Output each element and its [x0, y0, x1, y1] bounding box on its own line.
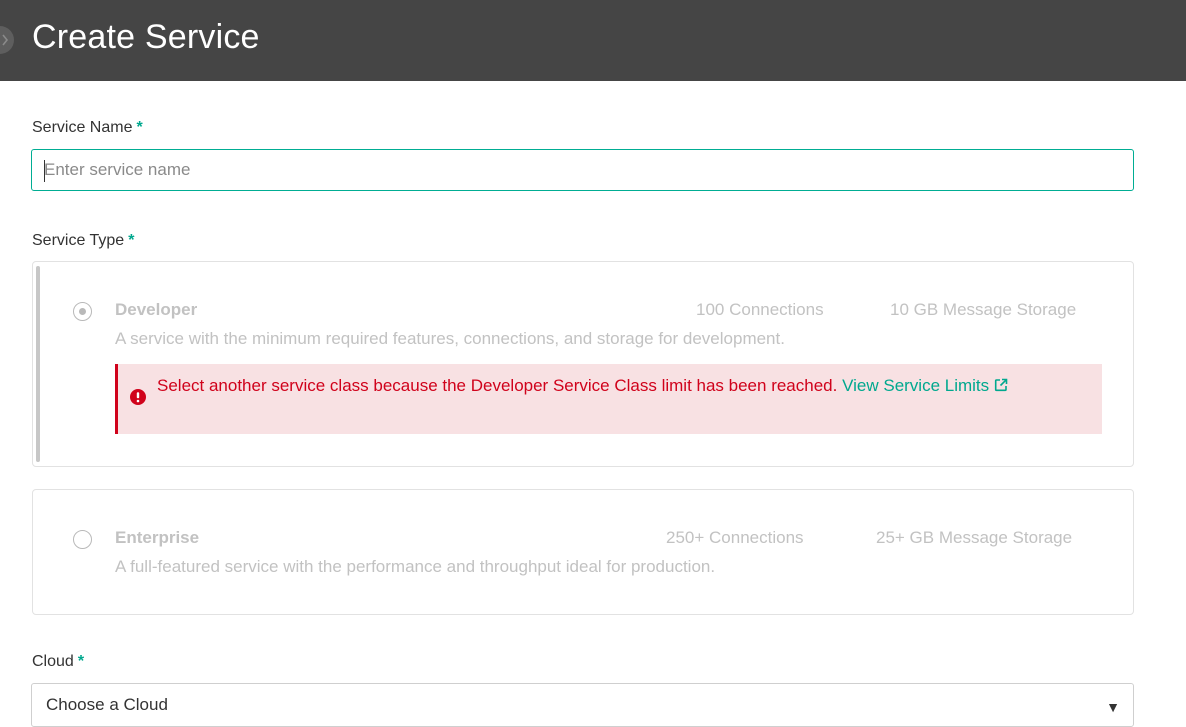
- service-name-input[interactable]: [31, 149, 1134, 191]
- tier-storage: 10 GB Message Storage: [890, 300, 1077, 319]
- tier-name: Enterprise: [115, 528, 200, 547]
- chevron-right-icon: [2, 34, 9, 46]
- cloud-label: Cloud *: [32, 653, 85, 670]
- cloud-select[interactable]: Choose a Cloud ▼: [31, 683, 1134, 727]
- sidebar-toggle-button[interactable]: [0, 26, 14, 54]
- developer-radio[interactable]: [73, 302, 92, 321]
- tier-connections: 250+ Connections: [666, 528, 804, 547]
- text-caret: [44, 160, 45, 182]
- tier-connections: 100 Connections: [696, 300, 824, 319]
- tier-name: Developer: [115, 300, 198, 319]
- required-mark: *: [77, 653, 85, 670]
- service-type-option-developer[interactable]: Developer 100 Connections 10 GB Message …: [32, 261, 1134, 467]
- page-title: Create Service: [32, 18, 260, 56]
- alert-message: Select another service class because the…: [157, 373, 1087, 399]
- exclamation-circle-icon: [130, 389, 146, 405]
- service-type-option-enterprise[interactable]: Enterprise 250+ Connections 25+ GB Messa…: [32, 489, 1134, 615]
- enterprise-radio[interactable]: [73, 530, 92, 549]
- tier-storage: 25+ GB Message Storage: [876, 528, 1073, 547]
- service-limit-alert: Select another service class because the…: [115, 364, 1102, 434]
- required-mark: *: [128, 232, 135, 249]
- external-link-icon: [994, 378, 1008, 392]
- view-service-limits-link[interactable]: View Service Limits: [842, 376, 1008, 395]
- page-header: Create Service: [0, 0, 1186, 81]
- selected-indicator: [36, 266, 40, 462]
- required-mark: *: [136, 119, 143, 136]
- cloud-select-value: Choose a Cloud: [46, 695, 168, 714]
- service-name-label: Service Name *: [32, 119, 143, 136]
- caret-down-icon: ▼: [1106, 699, 1120, 715]
- tier-description: A service with the minimum required feat…: [115, 329, 785, 348]
- service-type-label: Service Type *: [32, 232, 135, 249]
- tier-description: A full-featured service with the perform…: [115, 557, 716, 576]
